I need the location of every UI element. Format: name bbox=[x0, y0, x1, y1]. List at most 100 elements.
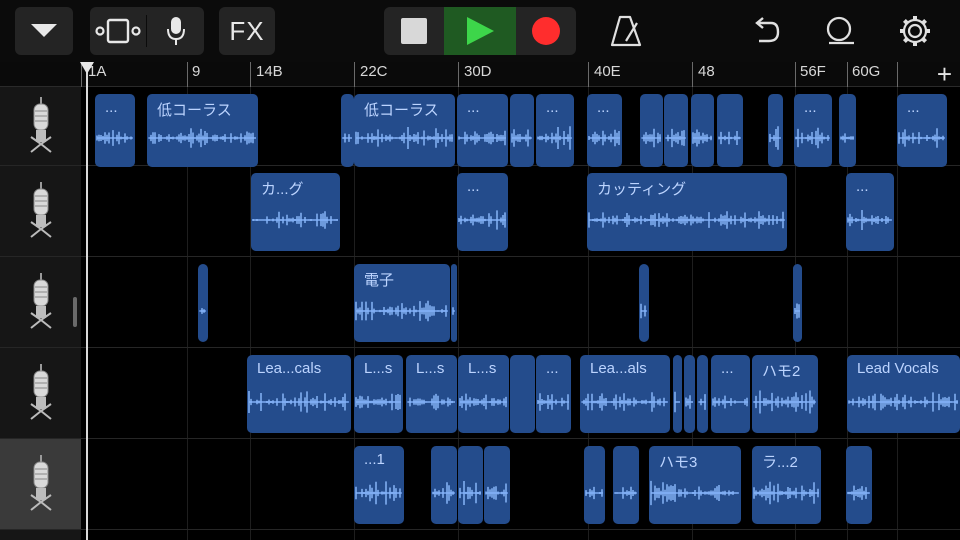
audio-region[interactable] bbox=[458, 446, 483, 524]
audio-region[interactable] bbox=[664, 94, 688, 167]
audio-region[interactable] bbox=[639, 264, 649, 342]
audio-region[interactable]: L...s bbox=[406, 355, 457, 433]
audio-region[interactable]: ... bbox=[457, 173, 508, 251]
audio-region[interactable] bbox=[341, 94, 354, 167]
audio-region[interactable]: Lead Vocals bbox=[847, 355, 960, 433]
audio-region[interactable] bbox=[717, 94, 743, 167]
ruler-marker[interactable]: 56F bbox=[800, 63, 826, 80]
audio-region[interactable] bbox=[684, 355, 695, 433]
audio-region[interactable]: ...1 bbox=[354, 446, 404, 524]
ruler-marker[interactable]: 14B bbox=[256, 63, 283, 80]
resize-handle[interactable] bbox=[73, 297, 77, 327]
audio-region[interactable]: ... bbox=[711, 355, 750, 433]
waveform bbox=[795, 127, 830, 148]
audio-region[interactable]: ... bbox=[536, 355, 571, 433]
ruler-marker[interactable]: 9 bbox=[192, 63, 200, 80]
audio-region[interactable] bbox=[691, 94, 714, 167]
tracks-view-button[interactable] bbox=[90, 7, 146, 55]
audio-region[interactable] bbox=[510, 94, 534, 167]
region-name: L...s bbox=[364, 360, 393, 377]
audio-region[interactable] bbox=[793, 264, 802, 342]
ruler-tick bbox=[897, 62, 898, 87]
waveform bbox=[355, 393, 401, 411]
waveform bbox=[847, 485, 870, 501]
tracks-area[interactable]: ... 低コーラス 低コーラス............... カ...グ... カッティ… bbox=[81, 87, 960, 540]
waveform bbox=[537, 126, 572, 150]
waveform bbox=[511, 128, 532, 147]
audio-region[interactable]: 低コーラス bbox=[147, 94, 258, 167]
waveform bbox=[248, 390, 349, 413]
audio-region[interactable] bbox=[510, 355, 535, 433]
track-header[interactable] bbox=[0, 166, 81, 257]
waveform bbox=[665, 128, 686, 147]
audio-region[interactable]: L...s bbox=[354, 355, 403, 433]
loop-browser-button[interactable] bbox=[818, 9, 862, 53]
audio-region[interactable] bbox=[768, 94, 783, 167]
audio-region[interactable]: ハモ2 bbox=[752, 355, 818, 433]
region-name: ...1 bbox=[364, 451, 385, 468]
audio-region[interactable]: ... bbox=[95, 94, 135, 167]
fx-button[interactable]: FX bbox=[219, 7, 275, 55]
track-header[interactable] bbox=[0, 439, 81, 530]
playhead[interactable] bbox=[86, 62, 88, 540]
waveform bbox=[588, 129, 620, 147]
audio-region[interactable]: ハモ3 bbox=[649, 446, 741, 524]
record-button[interactable] bbox=[516, 7, 576, 55]
waveform bbox=[650, 480, 739, 505]
audio-region[interactable]: L...s bbox=[458, 355, 509, 433]
ruler-marker[interactable]: 30D bbox=[464, 63, 492, 80]
audio-region[interactable] bbox=[839, 94, 856, 167]
playhead-handle[interactable] bbox=[80, 62, 94, 74]
audio-region[interactable]: 電子 bbox=[354, 264, 450, 342]
audio-region[interactable] bbox=[484, 446, 510, 524]
metronome-button[interactable] bbox=[605, 9, 649, 53]
undo-button[interactable] bbox=[744, 9, 788, 53]
waveform bbox=[407, 393, 455, 410]
ruler-marker[interactable]: 60G bbox=[852, 63, 880, 80]
ruler-marker[interactable]: 48 bbox=[698, 63, 715, 80]
audio-region[interactable] bbox=[584, 446, 605, 524]
timeline-ruler[interactable]: 1A 9 14B 22C 30D 40E 48 56F 60G + bbox=[0, 61, 960, 87]
region-name: Lea...als bbox=[590, 360, 647, 377]
audio-region[interactable]: ... bbox=[587, 94, 622, 167]
audio-region[interactable]: カッティング bbox=[587, 173, 787, 251]
add-section-button[interactable]: + bbox=[937, 61, 952, 87]
track-header[interactable] bbox=[0, 257, 81, 348]
browser-menu-button[interactable] bbox=[15, 7, 73, 55]
ruler-marker[interactable]: 40E bbox=[594, 63, 621, 80]
audio-region[interactable] bbox=[697, 355, 708, 433]
audio-region[interactable] bbox=[431, 446, 457, 524]
region-name: ... bbox=[907, 99, 920, 116]
audio-region[interactable] bbox=[613, 446, 639, 524]
track-separator bbox=[81, 529, 960, 530]
audio-region[interactable] bbox=[451, 264, 457, 342]
audio-region[interactable]: ... bbox=[794, 94, 832, 167]
mic-input-button[interactable] bbox=[147, 7, 204, 55]
audio-region[interactable]: ... bbox=[457, 94, 508, 167]
audio-region[interactable] bbox=[198, 264, 208, 342]
region-name: Lea...cals bbox=[257, 360, 322, 377]
waveform bbox=[674, 391, 680, 413]
audio-region[interactable] bbox=[640, 94, 663, 167]
play-button[interactable] bbox=[444, 7, 516, 55]
audio-region[interactable]: Lea...als bbox=[580, 355, 670, 433]
waveform bbox=[712, 395, 748, 409]
stop-button[interactable] bbox=[384, 7, 444, 55]
track-header[interactable] bbox=[0, 348, 81, 439]
ruler-marker[interactable]: 22C bbox=[360, 63, 388, 80]
settings-button[interactable] bbox=[893, 9, 937, 53]
audio-region[interactable] bbox=[673, 355, 682, 433]
audio-region[interactable]: Lea...cals bbox=[247, 355, 351, 433]
waveform bbox=[452, 307, 455, 315]
audio-region[interactable]: ... bbox=[846, 173, 894, 251]
track-separator bbox=[81, 347, 960, 348]
track-header[interactable] bbox=[0, 87, 81, 166]
audio-region[interactable]: ラ...2 bbox=[752, 446, 821, 524]
audio-region[interactable]: カ...グ bbox=[251, 173, 340, 251]
audio-region[interactable]: ... bbox=[897, 94, 947, 167]
microphone-icon bbox=[29, 97, 52, 153]
audio-region[interactable] bbox=[846, 446, 872, 524]
waveform bbox=[355, 300, 448, 322]
audio-region[interactable]: ... bbox=[536, 94, 574, 167]
audio-region[interactable]: 低コーラス bbox=[354, 94, 455, 167]
